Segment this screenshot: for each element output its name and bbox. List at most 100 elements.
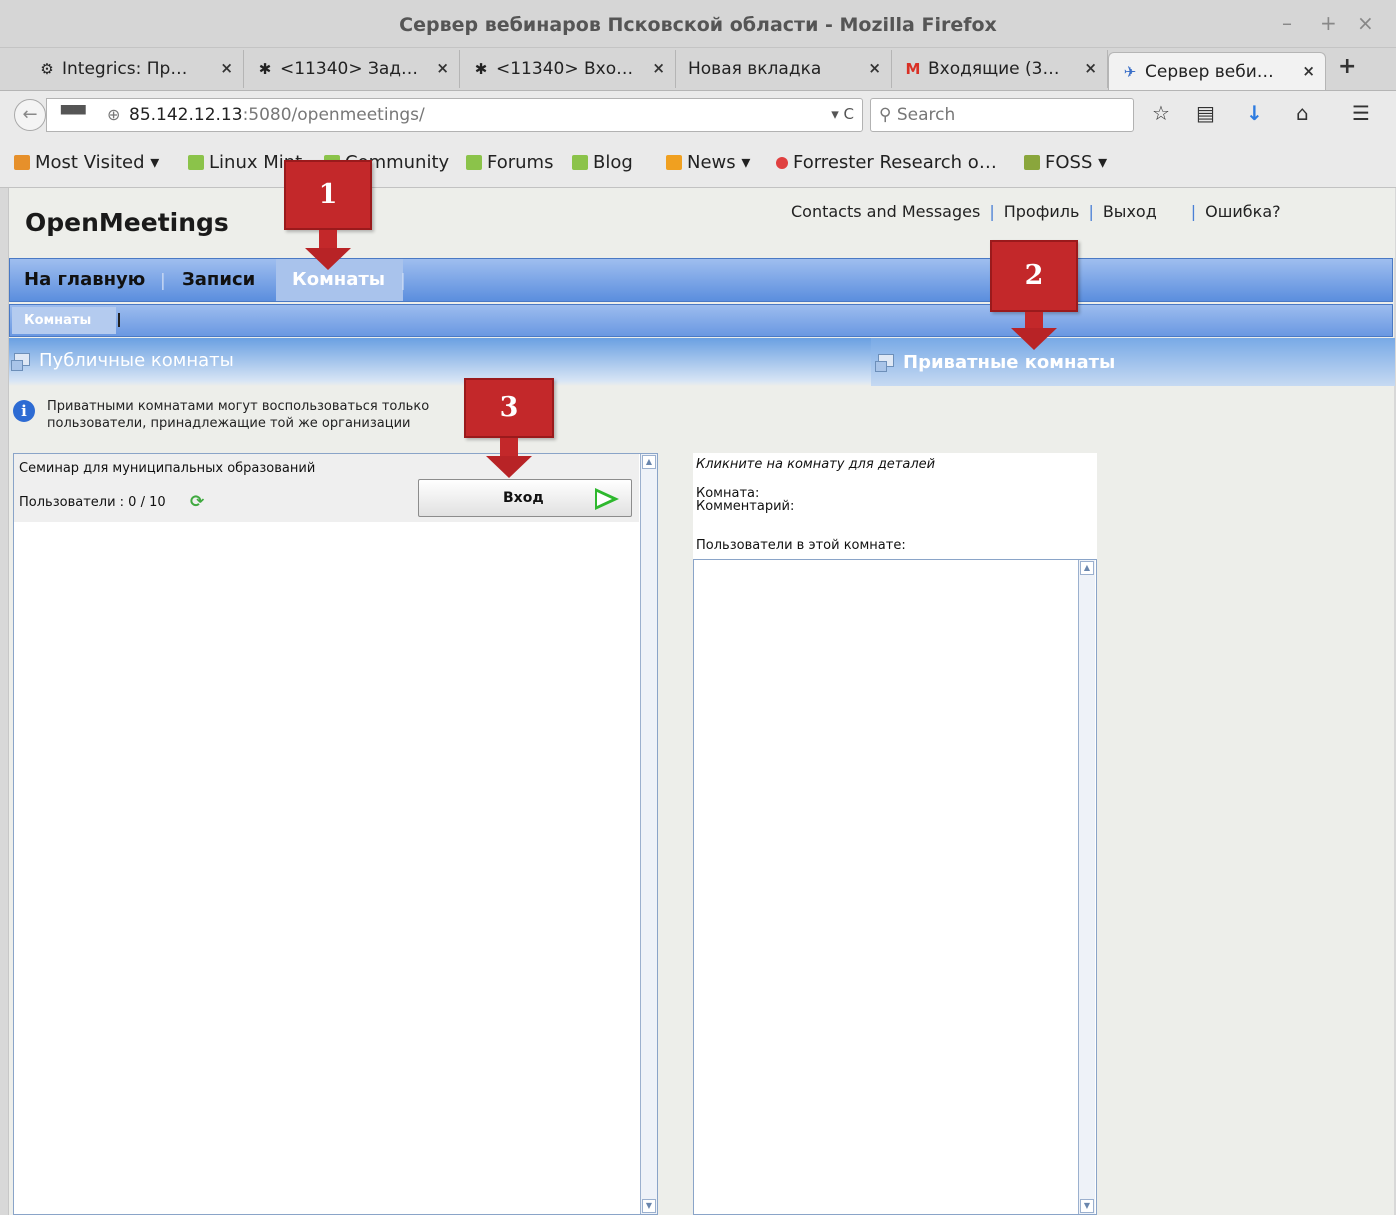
network-rooms-icon xyxy=(875,352,897,372)
scroll-down-icon[interactable]: ▼ xyxy=(1080,1199,1094,1213)
bookmark-star-icon[interactable]: ☆ xyxy=(1152,101,1170,125)
search-placeholder: Search xyxy=(896,105,956,125)
main-navigation: На главную | Записи | Комнаты | xyxy=(9,258,1393,302)
window-title: Сервер вебинаров Псковской области - Moz… xyxy=(399,14,997,36)
callout-arrow-stem xyxy=(319,230,337,250)
report-bug-link[interactable]: Ошибка? xyxy=(1205,202,1280,221)
link-separator: | xyxy=(989,202,995,221)
download-icon[interactable]: ↓ xyxy=(1246,101,1263,125)
nav-home[interactable]: На главную xyxy=(24,269,145,290)
reload-icon[interactable]: ▾ C xyxy=(831,105,854,123)
tab-label: Входящие (3… xyxy=(928,59,1060,79)
play-arrow-icon xyxy=(595,488,619,510)
tab-private-rooms-label: Приватные комнаты xyxy=(903,351,1116,373)
callout-arrow-stem xyxy=(500,438,518,458)
room-type-tabs: Публичные комнаты Приватные комнаты xyxy=(9,338,1395,386)
tab-task[interactable]: ✱ <11340> Зад… × xyxy=(244,50,460,88)
close-tab-icon[interactable]: × xyxy=(1302,62,1315,80)
room-name: Семинар для муниципальных образований xyxy=(19,461,316,476)
home-icon[interactable]: ⌂ xyxy=(1296,101,1309,125)
room-list-item[interactable]: Семинар для муниципальных образований По… xyxy=(14,454,639,522)
tab-public-rooms[interactable]: Публичные комнаты xyxy=(11,350,234,371)
link-separator: | xyxy=(1190,202,1197,221)
enter-room-button[interactable]: Вход xyxy=(418,479,632,517)
bookmark-most-visited[interactable]: Most Visited ▾ xyxy=(14,152,159,173)
navigation-toolbar: ← ▀▀ ⊕ 85.142.12.13:5080/openmeetings/ ▾… xyxy=(0,90,1396,138)
tab-private-rooms[interactable]: Приватные комнаты xyxy=(871,338,1395,386)
url-text: 85.142.12.13:5080/openmeetings/ xyxy=(129,105,425,125)
bookmark-label: FOSS ▾ xyxy=(1045,152,1108,173)
tab-public-rooms-label: Публичные комнаты xyxy=(39,350,234,371)
callout-arrow-down-icon xyxy=(305,248,351,270)
bookmark-forums[interactable]: Forums xyxy=(466,152,553,173)
bookmark-news[interactable]: News ▾ xyxy=(666,152,750,173)
close-window-button[interactable]: × xyxy=(1357,11,1374,35)
callout-arrow-down-icon xyxy=(486,456,532,478)
window-titlebar: Сервер вебинаров Псковской области - Moz… xyxy=(0,0,1396,48)
tab-label: <11340> Зад… xyxy=(280,59,419,79)
search-input[interactable]: ⚲ Search xyxy=(870,98,1134,132)
tab-inbox-task[interactable]: ✱ <11340> Вхо… × xyxy=(460,50,676,88)
details-comment-label: Комментарий: xyxy=(696,499,795,514)
callout-number: 1 xyxy=(284,160,372,230)
subnav-rooms-active[interactable]: Комнаты xyxy=(12,307,116,334)
gmail-icon: M xyxy=(905,60,921,78)
info-line-1: Приватными комнатами могут воспользовать… xyxy=(47,399,430,414)
info-icon: i xyxy=(13,400,35,422)
back-button[interactable]: ← xyxy=(14,99,46,131)
tab-gmail[interactable]: M Входящие (3… × xyxy=(892,50,1108,88)
url-bar[interactable]: ▀▀ ⊕ 85.142.12.13:5080/openmeetings/ ▾ C xyxy=(46,98,863,132)
new-tab-button[interactable]: + xyxy=(1338,54,1356,79)
folder-icon xyxy=(1024,155,1040,170)
room-details-panel: Кликните на комнату для деталей Комната:… xyxy=(693,453,1097,1215)
reading-list-icon[interactable]: ▤ xyxy=(1196,101,1215,125)
maximize-button[interactable]: + xyxy=(1320,11,1337,35)
info-text: Приватными комнатами могут воспользовать… xyxy=(47,398,429,432)
contacts-link[interactable]: Contacts and Messages xyxy=(791,202,980,221)
profile-link[interactable]: Профиль xyxy=(1004,202,1080,221)
callout-number: 2 xyxy=(990,240,1078,312)
gear-icon: ✱ xyxy=(474,60,488,78)
details-users-label: Пользователи в этой комнате: xyxy=(696,538,906,553)
url-path: :5080/openmeetings/ xyxy=(242,105,425,125)
openmeetings-icon: ✈ xyxy=(1123,62,1137,81)
tab-integrics[interactable]: ⚙ Integrics: Пр… × xyxy=(26,50,244,88)
scroll-up-icon[interactable]: ▲ xyxy=(1080,561,1094,575)
enter-room-label: Вход xyxy=(503,490,544,506)
room-list-scrollbar[interactable]: ▲ ▼ xyxy=(640,454,657,1214)
bookmark-label: News ▾ xyxy=(687,152,751,173)
app-header: OpenMeetings Contacts and Messages | Профи… xyxy=(9,188,1395,258)
tab-new[interactable]: Новая вкладка × xyxy=(676,50,892,88)
scroll-down-icon[interactable]: ▼ xyxy=(642,1199,656,1213)
logout-link[interactable]: Выход xyxy=(1103,202,1157,221)
tab-label: Сервер веби… xyxy=(1145,61,1274,82)
bookmark-forrester[interactable]: Forrester Research o… xyxy=(776,152,997,173)
bookmark-foss[interactable]: FOSS ▾ xyxy=(1024,152,1107,173)
bookmark-label: Most Visited ▾ xyxy=(35,152,160,173)
page-info-icon[interactable]: ▀▀ xyxy=(61,105,86,124)
tab-label: <11340> Вхо… xyxy=(496,59,634,79)
bookmark-label: Blog xyxy=(593,152,633,173)
globe-icon: ⊕ xyxy=(107,105,121,124)
page-content: OpenMeetings Contacts and Messages | Профи… xyxy=(8,188,1395,1215)
url-host: 85.142.12.13 xyxy=(129,105,243,125)
users-list-scrollbar[interactable]: ▲ ▼ xyxy=(1078,560,1095,1214)
tab-active-openmeetings[interactable]: ✈ Сервер веби… × xyxy=(1108,52,1326,90)
nav-recordings[interactable]: Записи xyxy=(182,269,255,290)
sub-navigation: Комнаты xyxy=(9,304,1393,337)
top-links: Contacts and Messages | Профиль | Выход | Ошиб… xyxy=(791,202,1281,221)
folder-icon xyxy=(14,155,30,170)
refresh-icon[interactable]: ⟳ xyxy=(190,492,204,512)
bookmark-blog[interactable]: Blog xyxy=(572,152,633,173)
room-users-list: ▲ ▼ xyxy=(693,559,1097,1215)
close-tab-icon[interactable]: × xyxy=(436,59,449,77)
close-tab-icon[interactable]: × xyxy=(652,59,665,77)
close-tab-icon[interactable]: × xyxy=(868,59,881,77)
close-tab-icon[interactable]: × xyxy=(1084,59,1097,77)
mint-icon xyxy=(572,155,588,170)
close-tab-icon[interactable]: × xyxy=(220,59,233,77)
minimize-button[interactable]: – xyxy=(1282,11,1292,35)
network-rooms-icon xyxy=(11,351,33,371)
menu-icon[interactable]: ☰ xyxy=(1352,101,1370,125)
scroll-up-icon[interactable]: ▲ xyxy=(642,455,656,469)
